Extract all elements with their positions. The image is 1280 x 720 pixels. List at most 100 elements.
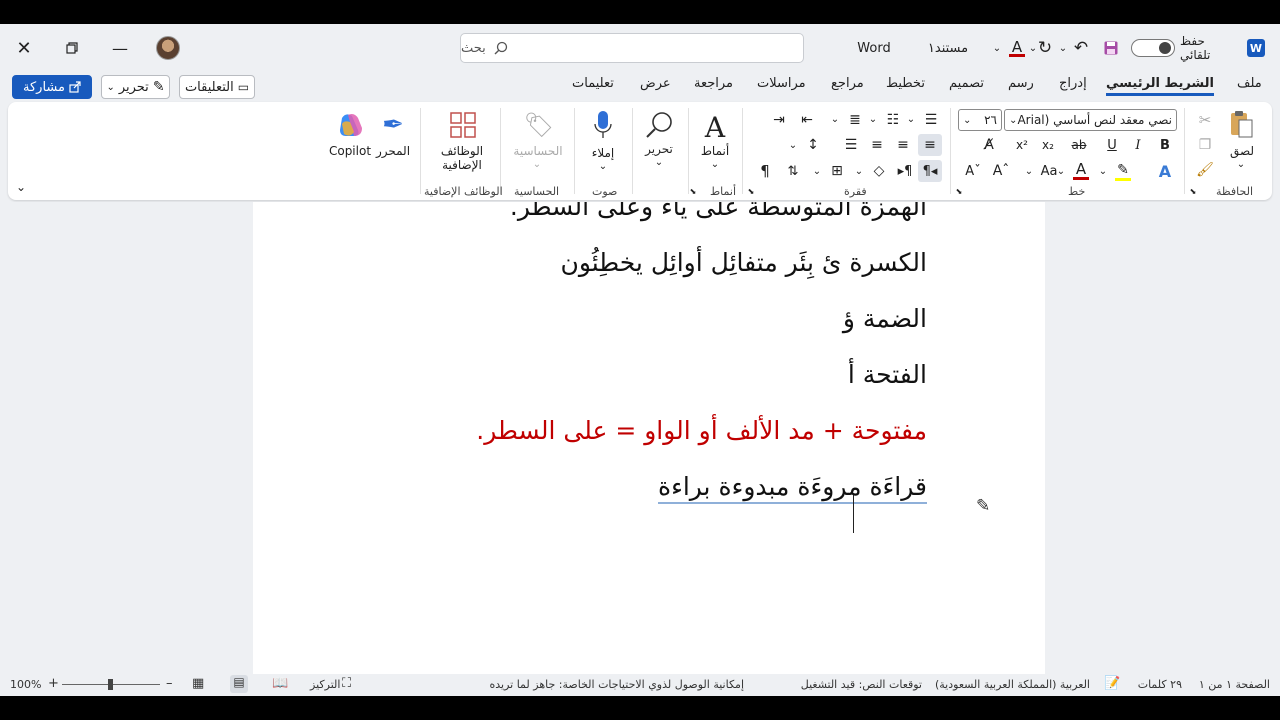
bullets-chevron-icon[interactable]: ⌄ [906, 112, 916, 126]
line-spacing-icon[interactable]: ↕ [802, 134, 824, 156]
text-effects-icon[interactable]: A [1154, 160, 1176, 182]
close-button[interactable]: ✕ [12, 36, 36, 60]
zoom-out-button[interactable]: – [166, 676, 173, 691]
rtl-direction-icon[interactable]: ¶◂ [918, 160, 942, 182]
redo-chevron-icon[interactable]: ⌄ [1058, 40, 1068, 56]
tab-insert[interactable]: إدراج [1059, 76, 1087, 91]
multilevel-list-icon[interactable]: ≣ [844, 110, 866, 130]
tab-help[interactable]: تعليمات [572, 76, 614, 91]
dictate-chevron-icon[interactable]: ⌄ [596, 160, 610, 172]
editor-icon[interactable]: ✒ [376, 108, 410, 142]
format-painter-icon[interactable]: 🖌 [1194, 160, 1216, 180]
font-size-combo[interactable]: ٢٦ ⌄ [958, 109, 1002, 131]
borders-icon[interactable]: ⊞ [826, 160, 848, 182]
ltr-direction-icon[interactable]: ▸¶ [894, 160, 916, 182]
font-color-icon[interactable]: A [1007, 37, 1027, 59]
tab-design[interactable]: تصميم [949, 76, 984, 91]
copilot-icon[interactable] [334, 108, 368, 142]
accessibility-status[interactable]: إمكانية الوصول لذوي الاحتياجات الخاصة: ج… [489, 678, 744, 691]
bold-icon[interactable]: B [1155, 135, 1175, 155]
borders-chevron-icon[interactable]: ⌄ [812, 164, 822, 178]
font-name-combo[interactable]: نصي معقد لنص أساسي (Arial ⌄ [1004, 109, 1177, 131]
bullets-icon[interactable]: ☰ [920, 110, 942, 130]
strikethrough-icon[interactable]: ab [1068, 135, 1090, 155]
minimize-button[interactable]: — [108, 36, 132, 60]
editing-chevron-icon[interactable]: ⌄ [652, 156, 666, 168]
focus-button[interactable]: التركيز [310, 678, 340, 691]
decrease-indent-icon[interactable]: ⇤ [796, 110, 818, 130]
microphone-icon[interactable] [588, 108, 618, 144]
paste-chevron-icon[interactable]: ⌄ [1234, 158, 1248, 170]
italic-icon[interactable]: I [1128, 135, 1148, 155]
copy-icon[interactable]: ❐ [1194, 135, 1216, 155]
superscript-icon[interactable]: x² [1012, 135, 1032, 155]
zoom-slider-thumb[interactable] [108, 679, 113, 690]
increase-indent-icon[interactable]: ⇥ [768, 110, 790, 130]
copilot-button[interactable]: Copilot [326, 144, 374, 158]
shading-icon[interactable]: ◇ [868, 160, 890, 182]
web-layout-icon[interactable]: ▦ [192, 676, 204, 691]
proofing-icon[interactable]: 📝 [1104, 676, 1120, 691]
multilevel-chevron-icon[interactable]: ⌄ [830, 112, 840, 126]
tab-view[interactable]: عرض [640, 76, 671, 91]
page-count[interactable]: الصفحة ١ من ١ [1199, 678, 1270, 691]
subscript-icon[interactable]: x₂ [1038, 135, 1058, 155]
styles-chevron-icon[interactable]: ⌄ [708, 158, 722, 170]
redo-icon[interactable]: ↻ [1034, 37, 1056, 59]
text-predictions-status[interactable]: توقعات النص: قيد التشغيل [801, 678, 922, 691]
focus-icon[interactable]: ⛶ [342, 676, 351, 691]
justify-icon[interactable]: ☰ [840, 134, 862, 156]
shading-chevron-icon[interactable]: ⌄ [854, 164, 864, 178]
editing-button[interactable]: تحرير [640, 142, 678, 156]
editor-button[interactable]: المحرر [372, 144, 414, 158]
font-launcher-icon[interactable]: ⬊ [954, 186, 964, 196]
show-marks-icon[interactable]: ¶ [754, 160, 776, 182]
addins-button-line1[interactable]: الوظائف [436, 144, 488, 158]
avatar[interactable] [156, 36, 180, 60]
change-case-icon[interactable]: Aa [1038, 160, 1060, 182]
align-left-icon[interactable]: ≡ [866, 134, 888, 156]
restore-button[interactable] [60, 36, 84, 60]
center-icon[interactable]: ≡ [892, 134, 914, 156]
find-icon[interactable] [642, 108, 676, 142]
numbering-icon[interactable]: ☷ [882, 110, 904, 130]
highlight-icon[interactable]: ✎ [1112, 160, 1134, 182]
autosave-toggle[interactable] [1131, 39, 1175, 57]
tab-review[interactable]: مراجعة [694, 76, 733, 91]
styles-icon[interactable]: A [698, 110, 732, 144]
line-spacing-chevron-icon[interactable]: ⌄ [788, 138, 798, 152]
clipboard-launcher-icon[interactable]: ⬊ [1188, 186, 1198, 196]
change-case-chevron-icon[interactable]: ⌄ [1024, 164, 1034, 178]
document-name[interactable]: مستند١ [916, 40, 980, 56]
read-mode-icon[interactable]: 📖 [272, 676, 288, 691]
sort-icon[interactable]: ⇅ [782, 160, 804, 182]
grow-font-icon[interactable]: Aˆ [990, 160, 1012, 182]
tab-file[interactable]: ملف [1237, 76, 1262, 91]
underline-icon[interactable]: U [1102, 135, 1122, 155]
collapse-ribbon-chevron-icon[interactable]: ⌄ [14, 180, 28, 194]
search-box[interactable]: بحث [460, 33, 804, 63]
paste-icon[interactable] [1226, 108, 1256, 140]
undo-icon[interactable]: ↶ [1070, 37, 1092, 59]
highlight-chevron-icon[interactable]: ⌄ [1098, 164, 1108, 178]
language-status[interactable]: العربية (المملكة العربية السعودية) [935, 678, 1090, 691]
editor-pen-icon[interactable]: ✎ [976, 496, 998, 518]
dictate-button[interactable]: إملاء [586, 146, 620, 160]
print-layout-icon[interactable]: ▤ [230, 675, 248, 693]
tab-home[interactable]: الشريط الرئيسي [1106, 76, 1214, 96]
addins-icon[interactable] [446, 108, 480, 142]
tab-layout[interactable]: تخطيط [886, 76, 925, 91]
zoom-level[interactable]: 100% [10, 678, 41, 691]
tab-mailings[interactable]: مراسلات [757, 76, 806, 91]
numbering-chevron-icon[interactable]: ⌄ [868, 112, 878, 126]
tab-draw[interactable]: رسم [1008, 76, 1034, 91]
document-page[interactable]: الهمزة المتوسطة على ياء وعلى السطر. الكس… [253, 202, 1045, 674]
tab-references[interactable]: مراجع [831, 76, 864, 91]
font-color-button-icon[interactable]: A [1070, 160, 1092, 182]
paste-button[interactable]: لصق [1228, 144, 1256, 158]
shrink-font-icon[interactable]: Aˇ [962, 160, 984, 182]
word-count[interactable]: ٢٩ كلمات [1138, 678, 1182, 691]
clear-formatting-icon[interactable]: A̸ [978, 135, 1000, 155]
styles-launcher-icon[interactable]: ⬊ [688, 186, 698, 196]
styles-button[interactable]: أنماط [696, 144, 734, 158]
